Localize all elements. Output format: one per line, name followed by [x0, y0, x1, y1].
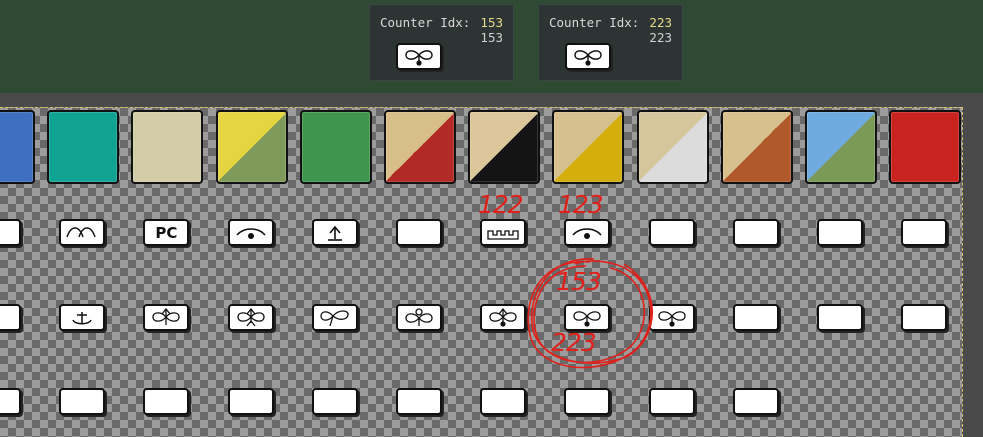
row2-counter[interactable] [648, 304, 695, 331]
propeller-up-icon [152, 307, 181, 325]
propeller-circle-icon [405, 307, 433, 326]
color-swatch[interactable] [384, 110, 456, 184]
row1-counter[interactable] [227, 219, 274, 246]
battlement-icon [487, 229, 519, 240]
row3-counter[interactable] [732, 388, 779, 415]
tooltip-value-primary: 153 [480, 15, 503, 30]
canvas-gutter [0, 93, 983, 107]
row1-counter[interactable] [59, 219, 106, 246]
row3-counter[interactable] [396, 388, 442, 415]
color-swatch[interactable] [636, 110, 709, 184]
row2-counter[interactable] [732, 304, 779, 331]
row2-counter[interactable] [396, 304, 442, 331]
color-swatch[interactable] [889, 110, 962, 184]
color-swatch[interactable] [720, 110, 793, 184]
anchor-icon [72, 311, 92, 324]
color-swatch[interactable] [0, 110, 35, 184]
row2-counter[interactable] [143, 304, 190, 331]
tooltip-value-primary: 223 [649, 15, 672, 30]
counter-tooltip-1: Counter Idx: 153 153 [369, 4, 514, 81]
row1-counter[interactable] [480, 219, 527, 246]
row2-counter[interactable] [901, 304, 948, 331]
row3-counter[interactable] [311, 388, 358, 415]
propeller-landmark-icon [657, 310, 686, 327]
color-swatch[interactable] [215, 110, 288, 184]
row3-counter[interactable] [59, 388, 106, 415]
row2-counter[interactable] [480, 304, 527, 331]
annotation-122: 122 [478, 190, 524, 219]
color-swatch[interactable] [299, 110, 372, 184]
row1-counter[interactable]: PC [143, 219, 190, 246]
color-swatch[interactable] [131, 110, 204, 184]
arcs-icon [66, 226, 96, 237]
row2-counter[interactable] [227, 304, 274, 331]
row1-counter[interactable] [732, 219, 779, 246]
color-swatch[interactable] [468, 110, 541, 184]
partial-anchor-icon [0, 308, 15, 328]
row3-counter[interactable] [564, 388, 611, 415]
eye-icon [572, 227, 602, 239]
canvas-scrollbar[interactable] [962, 107, 983, 437]
color-swatch[interactable] [805, 110, 877, 184]
eye-icon [235, 227, 266, 239]
propeller-landmark-icon [405, 49, 433, 66]
propeller-man-icon [236, 307, 265, 326]
row3-counter[interactable] [227, 388, 274, 415]
up-arrow-icon [327, 225, 342, 241]
row1-counter[interactable] [901, 219, 948, 246]
row2-counter[interactable] [817, 304, 863, 331]
row1-counter[interactable] [311, 219, 358, 246]
tooltip-label: Counter Idx: [380, 15, 471, 30]
tooltip-value-secondary: 223 [649, 30, 672, 45]
propeller-tilted-icon [320, 309, 349, 326]
propeller-landmark-icon [574, 49, 602, 66]
tooltip-counter-preview [396, 43, 442, 70]
color-swatch[interactable] [47, 110, 120, 184]
tooltip-value-secondary: 153 [480, 30, 503, 45]
row2-counter[interactable] [59, 304, 106, 331]
row3-counter[interactable] [143, 388, 190, 415]
partial-icon [0, 223, 15, 243]
top-toolbar: Counter Idx: 153 153 Counter Idx: 223 22… [0, 0, 983, 93]
row3-counter[interactable] [648, 388, 695, 415]
row3-counter[interactable] [480, 388, 527, 415]
row3-counter[interactable] [0, 388, 21, 415]
counter-sheet-canvas[interactable]: PC [0, 107, 962, 437]
row1-counter[interactable] [817, 219, 863, 246]
propeller-landmark-icon [573, 310, 602, 327]
row1-counter[interactable] [564, 219, 611, 246]
row1-counter[interactable] [648, 219, 695, 246]
tooltip-label: Counter Idx: [549, 15, 640, 30]
annotation-223: 223 [551, 328, 597, 357]
counter-label: PC [155, 223, 178, 242]
tooltip-counter-preview [565, 43, 611, 70]
row2-counter[interactable] [0, 304, 21, 331]
row1-counter[interactable] [396, 219, 442, 246]
row2-counter[interactable] [311, 304, 358, 331]
counter-tooltip-2: Counter Idx: 223 223 [538, 4, 683, 81]
row1-counter[interactable] [0, 219, 21, 246]
annotation-123: 123 [558, 190, 604, 219]
color-swatch[interactable] [552, 110, 625, 184]
propeller-up-dot-icon [489, 307, 517, 327]
annotation-153: 153 [556, 267, 602, 296]
row2-counter[interactable] [564, 304, 611, 331]
